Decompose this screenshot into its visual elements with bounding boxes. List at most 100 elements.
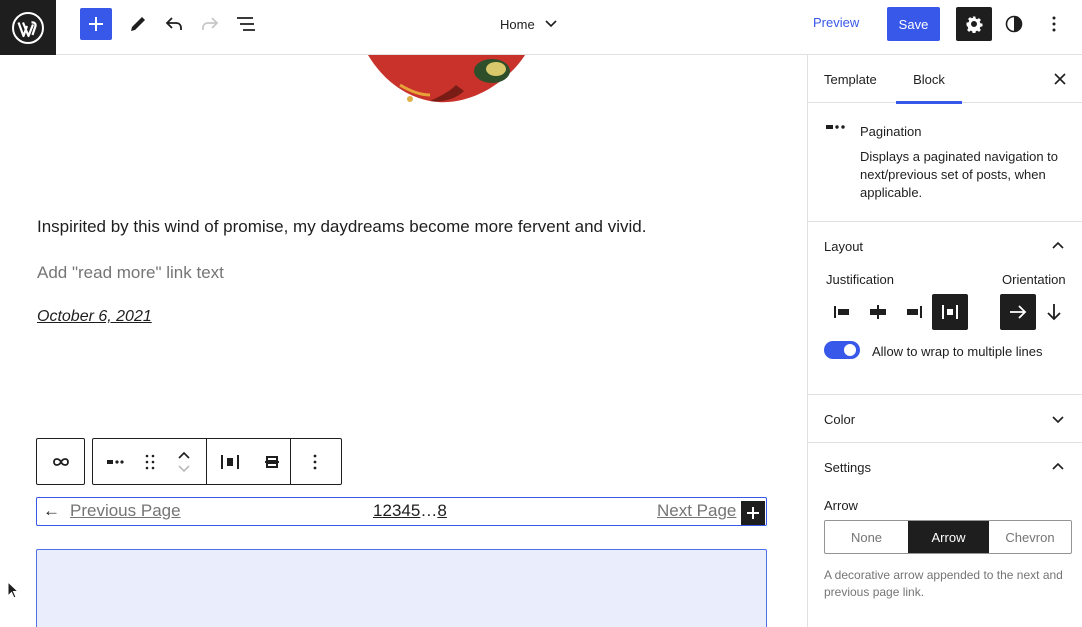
layout-panel-toggle[interactable]: Layout xyxy=(808,222,1082,270)
drag-handle[interactable] xyxy=(139,439,161,484)
close-sidebar-button[interactable] xyxy=(1048,67,1072,91)
panel-title: Color xyxy=(824,412,856,427)
justify-center-button[interactable] xyxy=(860,294,896,330)
sidebar-tabs: Template Block xyxy=(808,55,1082,104)
tab-template[interactable]: Template xyxy=(824,55,877,103)
block-options-button[interactable] xyxy=(291,439,339,484)
post-excerpt[interactable]: Inspirited by this wind of promise, my d… xyxy=(37,217,646,237)
move-up-icon[interactable] xyxy=(177,451,190,459)
page-number-link[interactable]: 3 xyxy=(392,501,401,521)
redo-icon xyxy=(202,17,219,30)
tools-button[interactable] xyxy=(122,8,154,40)
featured-image xyxy=(368,55,525,103)
page-number-link[interactable]: 5 xyxy=(411,501,420,521)
wordpress-logo-button[interactable] xyxy=(0,0,56,55)
options-menu-button[interactable] xyxy=(1038,8,1070,40)
justify-space-between-button[interactable] xyxy=(932,294,968,330)
document-title-selector[interactable]: Home xyxy=(500,14,557,34)
wrap-toggle[interactable] xyxy=(824,341,860,359)
arrow-right-icon xyxy=(1010,305,1027,319)
settings-panel-toggle[interactable]: Settings xyxy=(808,443,1082,491)
post-date[interactable]: October 6, 2021 xyxy=(37,308,152,326)
page-number-ellipsis: … xyxy=(420,501,438,520)
close-icon xyxy=(1054,73,1066,85)
block-toolbar xyxy=(92,438,342,485)
page-number-link[interactable]: 2 xyxy=(382,501,391,521)
save-button[interactable]: Save xyxy=(887,7,940,41)
orientation-horizontal-button[interactable] xyxy=(1000,294,1036,330)
block-type-button[interactable] xyxy=(93,439,139,484)
undo-button[interactable] xyxy=(158,8,190,40)
justification-label: Justification xyxy=(826,272,894,287)
undo-icon xyxy=(165,17,182,30)
settings-button[interactable] xyxy=(956,7,992,41)
more-vertical-icon xyxy=(1052,16,1056,32)
pagination-block[interactable]: ← Previous Page 1 2 3 4 5 … 8 Next Page xyxy=(36,497,767,526)
justify-space-between-toolbar-button[interactable] xyxy=(207,439,253,484)
arrow-option-none[interactable]: None xyxy=(825,521,908,553)
selected-block-placeholder[interactable] xyxy=(36,549,767,627)
add-block-button[interactable] xyxy=(80,8,112,40)
orientation-label: Orientation xyxy=(1002,272,1066,287)
list-view-icon xyxy=(237,17,255,31)
justify-space-between-icon xyxy=(942,305,958,319)
loop-icon xyxy=(52,457,69,466)
block-card-title: Pagination xyxy=(860,124,922,139)
wrap-toggle-label: Allow to wrap to multiple lines xyxy=(872,344,1043,359)
arrow-help-text: A decorative arrow appended to the next … xyxy=(824,568,1063,599)
inner-add-block-button[interactable] xyxy=(741,501,765,525)
document-overview-button[interactable] xyxy=(230,8,262,40)
chevron-up-icon xyxy=(1052,241,1064,249)
pagination-icon xyxy=(107,459,124,464)
half-circle-contrast-icon xyxy=(1005,15,1023,33)
block-card: Pagination Displays a paginated navigati… xyxy=(808,103,1082,222)
settings-panel: Arrow None Arrow Chevron A decorative ar… xyxy=(808,491,1082,621)
arrow-left-icon: ← xyxy=(43,501,60,520)
panel-title: Settings xyxy=(824,460,871,475)
orientation-vertical-button[interactable] xyxy=(1036,294,1072,330)
arrow-down-icon xyxy=(1047,304,1061,321)
styles-button[interactable] xyxy=(998,8,1030,40)
plus-icon xyxy=(89,17,103,31)
arrow-setting-label: Arrow xyxy=(824,498,858,513)
color-panel-toggle[interactable]: Color xyxy=(808,395,1082,443)
pagination-icon xyxy=(826,125,845,129)
mouse-cursor-icon xyxy=(7,581,19,599)
page-number-link[interactable]: 4 xyxy=(401,501,410,521)
page-number-link[interactable]: 8 xyxy=(437,501,446,521)
wordpress-icon xyxy=(12,11,44,44)
panel-title: Layout xyxy=(824,239,864,254)
editor-canvas[interactable]: Inspirited by this wind of promise, my d… xyxy=(0,55,807,627)
select-parent-button[interactable] xyxy=(37,439,84,484)
move-down-icon[interactable] xyxy=(177,464,190,473)
chevron-down-icon xyxy=(545,20,557,28)
document-title: Home xyxy=(500,16,535,32)
redo-button[interactable] xyxy=(194,8,226,40)
preview-button[interactable]: Preview xyxy=(813,15,859,30)
editor-top-bar: Home Preview Save xyxy=(0,0,1082,55)
justify-right-button[interactable] xyxy=(896,294,932,330)
layout-panel: Justification Orientation Allow to wrap … xyxy=(808,270,1082,395)
arrow-segmented-control: None Arrow Chevron xyxy=(824,520,1072,554)
justify-right-icon xyxy=(907,306,922,318)
previous-page-link[interactable]: ← Previous Page xyxy=(43,501,181,521)
pencil-icon xyxy=(131,17,145,31)
plus-icon xyxy=(747,507,759,519)
read-more-placeholder[interactable]: Add "read more" link text xyxy=(37,263,224,283)
next-page-link[interactable]: Next Page xyxy=(657,501,736,521)
more-vertical-icon xyxy=(313,454,317,469)
tab-block[interactable]: Block xyxy=(896,55,962,104)
justify-center-icon xyxy=(870,305,886,319)
justify-left-button[interactable] xyxy=(824,294,860,330)
justify-space-between-icon xyxy=(221,454,239,469)
previous-page-label: Previous Page xyxy=(70,501,181,520)
orientation-toolbar-button[interactable] xyxy=(253,439,291,484)
chevron-down-icon xyxy=(1052,416,1064,424)
justify-left-icon xyxy=(834,306,849,318)
arrow-option-arrow[interactable]: Arrow xyxy=(908,521,989,553)
justify-center-icon xyxy=(264,455,279,468)
move-buttons xyxy=(161,439,207,484)
page-number-link[interactable]: 1 xyxy=(373,501,382,521)
block-toolbar-parent-group xyxy=(36,438,85,485)
arrow-option-chevron[interactable]: Chevron xyxy=(989,521,1071,553)
